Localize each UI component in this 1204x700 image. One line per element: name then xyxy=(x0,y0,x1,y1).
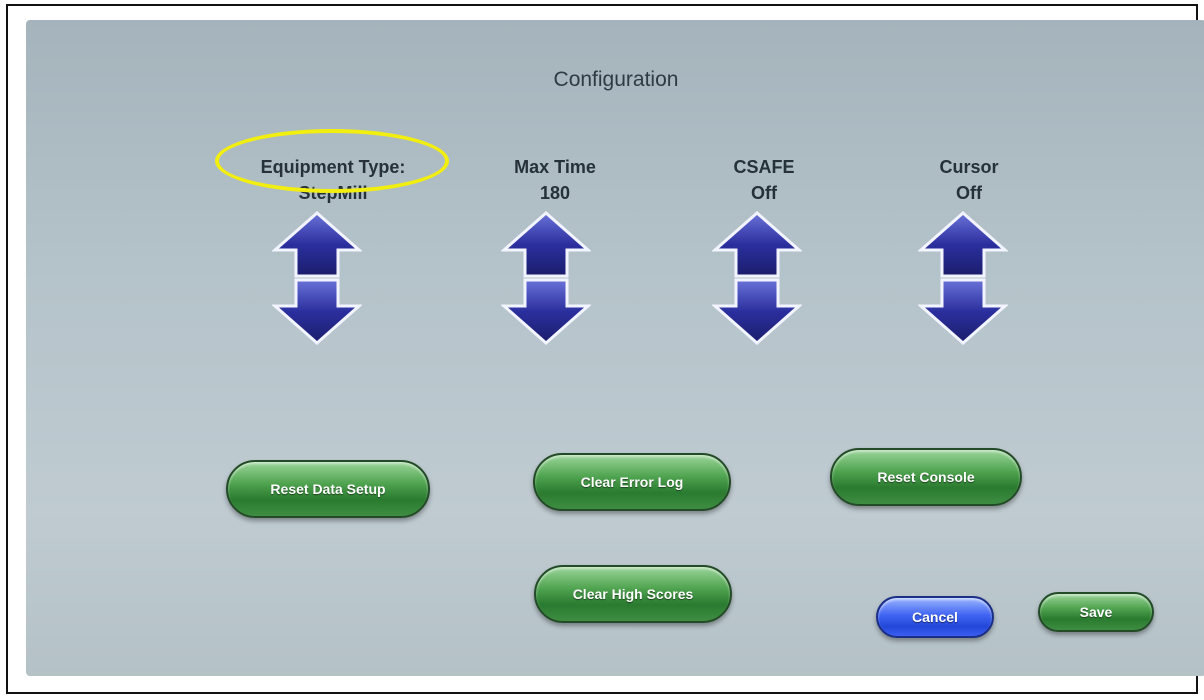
highlight-circle xyxy=(215,129,449,193)
reset-console-button[interactable]: Reset Console xyxy=(830,448,1022,506)
setting-label: Max Time xyxy=(514,157,596,177)
equipment-type-down-arrow-icon[interactable] xyxy=(272,276,362,346)
reset-data-setup-button[interactable]: Reset Data Setup xyxy=(226,460,430,518)
clear-high-scores-button[interactable]: Clear High Scores xyxy=(534,565,732,623)
setting-value: Off xyxy=(956,183,982,203)
setting-cursor: Cursor Off xyxy=(864,154,1074,206)
setting-label: Cursor xyxy=(939,157,999,177)
setting-csafe: CSAFE Off xyxy=(659,154,869,206)
cursor-down-arrow-icon[interactable] xyxy=(918,276,1008,346)
max-time-up-arrow-icon[interactable] xyxy=(501,210,591,280)
photo-frame: Configuration Equipment Type: StepMill M… xyxy=(6,4,1204,694)
setting-max-time: Max Time 180 xyxy=(450,154,660,206)
clear-error-log-button[interactable]: Clear Error Log xyxy=(533,453,731,511)
max-time-down-arrow-icon[interactable] xyxy=(501,276,591,346)
cancel-button[interactable]: Cancel xyxy=(876,596,994,638)
setting-value: 180 xyxy=(539,183,571,203)
save-button[interactable]: Save xyxy=(1038,592,1154,632)
csafe-down-arrow-icon[interactable] xyxy=(712,276,802,346)
equipment-type-up-arrow-icon[interactable] xyxy=(272,210,362,280)
csafe-up-arrow-icon[interactable] xyxy=(712,210,802,280)
configuration-screen: Configuration Equipment Type: StepMill M… xyxy=(26,20,1204,676)
page-title: Configuration xyxy=(553,68,679,91)
setting-value: Off xyxy=(751,183,777,203)
cursor-up-arrow-icon[interactable] xyxy=(918,210,1008,280)
setting-label: CSAFE xyxy=(733,157,795,177)
